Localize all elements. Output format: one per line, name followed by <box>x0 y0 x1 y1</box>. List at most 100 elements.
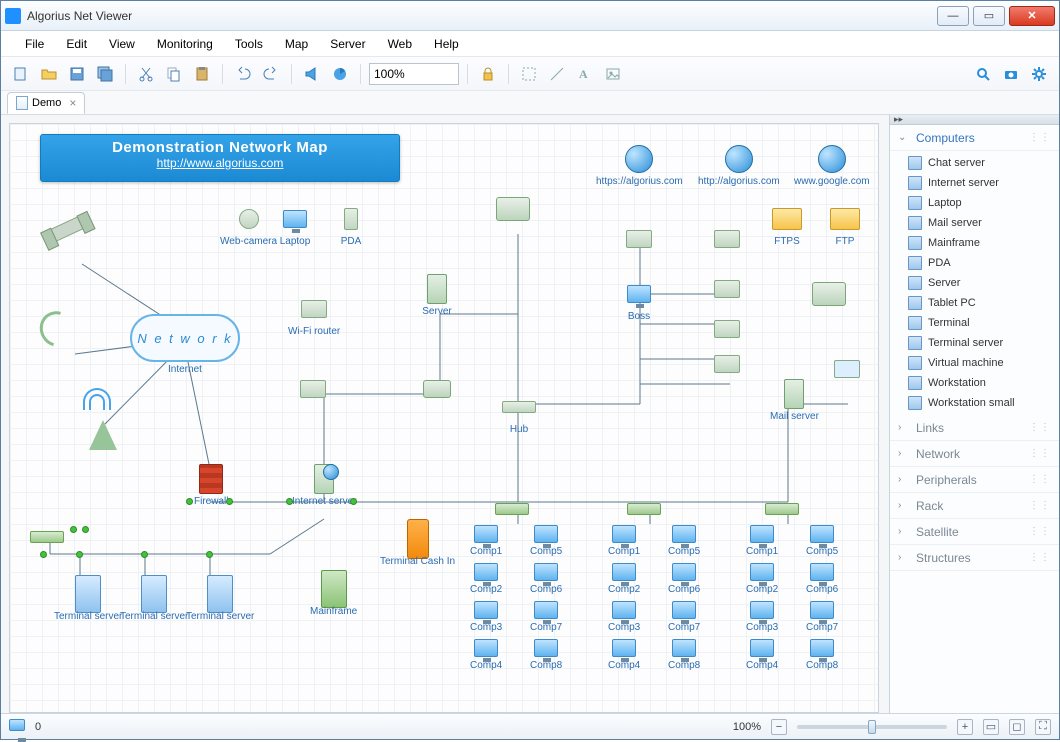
item-mainframe[interactable]: Mainframe <box>890 233 1059 253</box>
node-webcamera[interactable]: Web-camera <box>220 204 277 247</box>
node-compC2[interactable]: Comp2 <box>608 562 640 595</box>
menu-tools[interactable]: Tools <box>225 34 273 54</box>
node-compA1[interactable]: Comp1 <box>470 524 502 557</box>
node-terminal-server-3[interactable]: Terminal server <box>186 579 254 622</box>
node-compD4[interactable]: Comp8 <box>668 638 700 671</box>
node-bigprinter[interactable] <box>812 279 846 311</box>
item-internet-server[interactable]: Internet server <box>890 173 1059 193</box>
node-url-google[interactable]: www.google.com <box>794 144 870 187</box>
node-compB4[interactable]: Comp8 <box>530 638 562 671</box>
node-devicescanner[interactable] <box>710 314 744 346</box>
fit-width-icon[interactable]: ▭ <box>983 719 999 735</box>
node-compA4[interactable]: Comp4 <box>470 638 502 671</box>
cat-links[interactable]: ›Links⋮⋮ <box>890 415 1059 441</box>
node-compE4[interactable]: Comp4 <box>746 638 778 671</box>
zoom-slider[interactable] <box>797 725 947 729</box>
node-wireless-tower[interactable] <box>80 384 114 416</box>
node-switch-3[interactable] <box>765 494 799 526</box>
undo-icon[interactable] <box>231 62 255 86</box>
item-laptop[interactable]: Laptop <box>890 193 1059 213</box>
node-compF3[interactable]: Comp7 <box>806 600 838 633</box>
menu-web[interactable]: Web <box>378 34 422 54</box>
node-terminal-server-2[interactable]: Terminal server <box>120 579 188 622</box>
menu-server[interactable]: Server <box>320 34 375 54</box>
item-workstation-small[interactable]: Workstation small <box>890 393 1059 413</box>
node-server[interactable]: Server <box>420 274 454 317</box>
node-compB1[interactable]: Comp5 <box>530 524 562 557</box>
tab-demo[interactable]: Demo × <box>7 92 85 114</box>
announce-icon[interactable] <box>300 62 324 86</box>
node-scanner[interactable] <box>710 274 744 306</box>
node-firewall[interactable]: Firewall <box>194 464 228 507</box>
select-icon[interactable] <box>517 62 541 86</box>
item-pda[interactable]: PDA <box>890 253 1059 273</box>
banner-url[interactable]: http://www.algorius.com <box>47 156 393 170</box>
camera-icon[interactable] <box>999 62 1023 86</box>
node-boss[interactable]: Boss <box>622 279 656 322</box>
line-icon[interactable] <box>545 62 569 86</box>
node-terminal-cash-in[interactable]: Terminal Cash In <box>380 524 455 567</box>
new-map-icon[interactable] <box>9 62 33 86</box>
menu-edit[interactable]: Edit <box>56 34 97 54</box>
menu-map[interactable]: Map <box>275 34 318 54</box>
cat-peripherals[interactable]: ›Peripherals⋮⋮ <box>890 467 1059 493</box>
node-compC3[interactable]: Comp3 <box>608 600 640 633</box>
node-terminal-server-1[interactable]: Terminal server <box>54 579 122 622</box>
item-terminal-server[interactable]: Terminal server <box>890 333 1059 353</box>
zoom-select[interactable] <box>369 63 459 85</box>
cat-network[interactable]: ›Network⋮⋮ <box>890 441 1059 467</box>
node-switch-small[interactable] <box>30 522 64 554</box>
side-panel-header[interactable]: ▸▸ <box>890 115 1059 125</box>
item-workstation[interactable]: Workstation <box>890 373 1059 393</box>
item-terminal[interactable]: Terminal <box>890 313 1059 333</box>
node-compD3[interactable]: Comp7 <box>668 600 700 633</box>
node-ftps[interactable]: FTPS <box>770 204 804 247</box>
save-icon[interactable] <box>65 62 89 86</box>
node-switch-2[interactable] <box>627 494 661 526</box>
node-compF2[interactable]: Comp6 <box>806 562 838 595</box>
menu-file[interactable]: File <box>15 34 54 54</box>
item-mail-server[interactable]: Mail server <box>890 213 1059 233</box>
node-compE2[interactable]: Comp2 <box>746 562 778 595</box>
node-compA2[interactable]: Comp2 <box>470 562 502 595</box>
menu-help[interactable]: Help <box>424 34 469 54</box>
node-switch-1[interactable] <box>495 494 529 526</box>
menu-monitoring[interactable]: Monitoring <box>147 34 223 54</box>
node-compE1[interactable]: Comp1 <box>746 524 778 557</box>
item-server[interactable]: Server <box>890 273 1059 293</box>
node-compD2[interactable]: Comp6 <box>668 562 700 595</box>
node-compF1[interactable]: Comp5 <box>806 524 838 557</box>
node-envelope[interactable] <box>830 354 864 386</box>
node-compA3[interactable]: Comp3 <box>470 600 502 633</box>
cat-satellite[interactable]: ›Satellite⋮⋮ <box>890 519 1059 545</box>
maximize-button[interactable]: ▭ <box>973 6 1005 26</box>
node-printer[interactable] <box>496 194 530 226</box>
cat-structures[interactable]: ›Structures⋮⋮ <box>890 545 1059 571</box>
node-laptop[interactable]: Laptop <box>278 204 312 247</box>
node-dish[interactable] <box>40 314 74 346</box>
redo-icon[interactable] <box>259 62 283 86</box>
menu-view[interactable]: View <box>99 34 145 54</box>
node-projector[interactable] <box>622 224 656 256</box>
open-icon[interactable] <box>37 62 61 86</box>
canvas-area[interactable]: Demonstration Network Map http://www.alg… <box>1 115 889 713</box>
node-compB2[interactable]: Comp6 <box>530 562 562 595</box>
lock-icon[interactable] <box>476 62 500 86</box>
item-virtual-machine[interactable]: Virtual machine <box>890 353 1059 373</box>
node-compE3[interactable]: Comp3 <box>746 600 778 633</box>
image-icon[interactable] <box>601 62 625 86</box>
node-phone[interactable] <box>710 224 744 256</box>
fit-page-icon[interactable]: ◻ <box>1009 719 1025 735</box>
close-tab-icon[interactable]: × <box>69 96 76 110</box>
fullscreen-icon[interactable]: ⛶ <box>1035 719 1051 735</box>
search-icon[interactable] <box>971 62 995 86</box>
settings-icon[interactable] <box>1027 62 1051 86</box>
node-ftp[interactable]: FTP <box>828 204 862 247</box>
node-hub[interactable]: Hub <box>502 392 536 435</box>
text-icon[interactable]: A <box>573 62 597 86</box>
paste-icon[interactable] <box>190 62 214 86</box>
internet-cloud[interactable]: N e t w o r k <box>130 314 240 362</box>
node-antenna[interactable] <box>86 420 120 452</box>
node-mailserver[interactable]: Mail server <box>770 379 819 422</box>
zoom-in-button[interactable]: + <box>957 719 973 735</box>
